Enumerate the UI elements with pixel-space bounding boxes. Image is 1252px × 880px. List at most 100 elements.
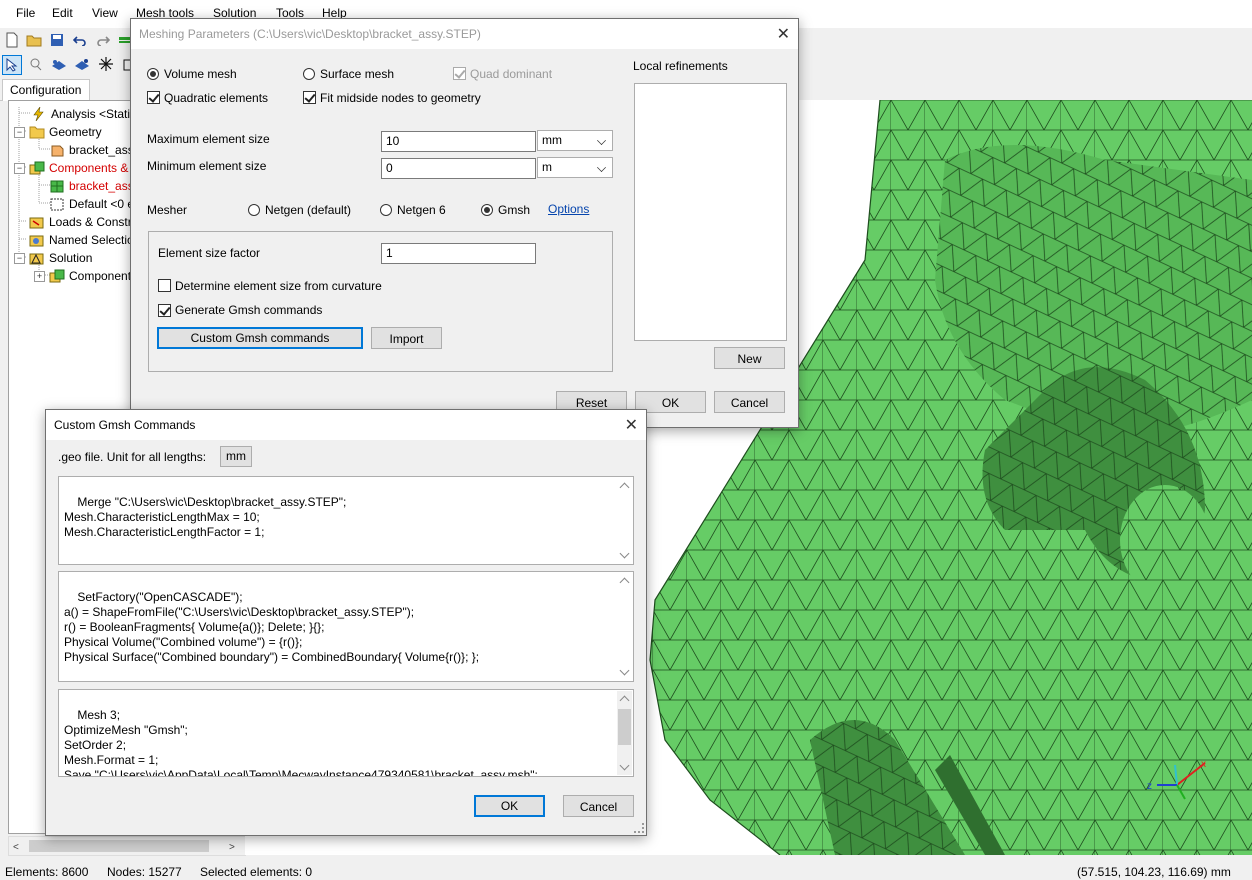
scroll-down-icon[interactable] bbox=[619, 760, 630, 771]
quadratic-elements-label: Quadratic elements bbox=[164, 91, 269, 105]
cancel-button[interactable]: Cancel bbox=[563, 795, 634, 817]
status-bar: Elements: 8600 Nodes: 15277 Selected ele… bbox=[0, 862, 1252, 880]
gmsh-mesh-textarea[interactable]: Mesh 3; OptimizeMesh "Gmsh"; SetOrder 2;… bbox=[58, 689, 634, 777]
volume-mesh-radio[interactable] bbox=[147, 68, 159, 80]
gmsh-geometry-textarea[interactable]: SetFactory("OpenCASCADE"); a() = ShapeFr… bbox=[58, 571, 634, 682]
import-button[interactable]: Import bbox=[371, 327, 442, 349]
expand-toggle[interactable]: − bbox=[14, 163, 25, 174]
curvature-checkbox[interactable] bbox=[158, 279, 171, 292]
resize-grip-icon[interactable] bbox=[634, 823, 644, 833]
expand-toggle[interactable]: + bbox=[34, 271, 45, 282]
options-link[interactable]: Options bbox=[548, 202, 589, 216]
status-elements: Elements: 8600 bbox=[5, 865, 89, 879]
unit-value-box[interactable]: mm bbox=[220, 446, 252, 467]
tree-item-solution[interactable]: Solution bbox=[29, 249, 92, 266]
tree-item-solution-component[interactable]: Component bbox=[49, 267, 131, 284]
scroll-up-icon[interactable] bbox=[619, 695, 630, 706]
select-nodes-icon[interactable] bbox=[73, 55, 91, 73]
status-coordinates: (57.515, 104.23, 116.69) mm bbox=[1077, 865, 1231, 879]
element-size-factor-input[interactable]: 1 bbox=[381, 243, 536, 264]
close-icon[interactable]: ✕ bbox=[777, 24, 790, 44]
folder-icon bbox=[29, 125, 45, 139]
undo-icon[interactable] bbox=[71, 31, 89, 49]
max-element-size-input[interactable]: 10 bbox=[381, 131, 536, 152]
tree-item-geometry[interactable]: Geometry bbox=[29, 123, 102, 140]
quad-dominant-checkbox[interactable] bbox=[453, 67, 466, 80]
scroll-down-icon[interactable] bbox=[619, 665, 630, 676]
default-material-icon bbox=[49, 197, 65, 211]
local-refinements-label: Local refinements bbox=[633, 59, 728, 73]
netgen6-radio[interactable] bbox=[380, 204, 392, 216]
dialog-title-bar: Meshing Parameters (C:\Users\vic\Desktop… bbox=[131, 19, 798, 49]
new-file-icon[interactable] bbox=[3, 31, 21, 49]
tree-item-default[interactable]: Default <0 e bbox=[49, 195, 134, 212]
select-faces-icon[interactable] bbox=[50, 55, 68, 73]
custom-gmsh-commands-dialog: Custom Gmsh Commands ✕ .geo file. Unit f… bbox=[45, 409, 647, 836]
toolbar-standard bbox=[0, 28, 135, 52]
scroll-up-icon[interactable] bbox=[619, 577, 630, 588]
redo-icon[interactable] bbox=[94, 31, 112, 49]
quadratic-elements-checkbox[interactable] bbox=[147, 91, 160, 104]
gmsh-radio[interactable] bbox=[481, 204, 493, 216]
tree-horizontal-scrollbar[interactable]: < > bbox=[8, 836, 246, 856]
mesher-label: Mesher bbox=[147, 203, 188, 217]
gmsh-header-textarea[interactable]: Merge "C:\Users\vic\Desktop\bracket_assy… bbox=[58, 476, 634, 565]
tree-item-geometry-part[interactable]: bracket_assy bbox=[49, 141, 140, 158]
menu-edit[interactable]: Edit bbox=[52, 6, 73, 20]
scroll-right-icon[interactable]: > bbox=[229, 842, 235, 853]
netgen6-label: Netgen 6 bbox=[397, 203, 446, 217]
tab-configuration[interactable]: Configuration bbox=[2, 79, 90, 101]
axis-triad-icon: z x bbox=[1147, 759, 1206, 800]
expand-toggle[interactable]: − bbox=[14, 127, 25, 138]
tree-item-component-part[interactable]: bracket_assy bbox=[49, 177, 140, 194]
status-nodes: Nodes: 15277 bbox=[107, 865, 182, 879]
select-lasso-icon[interactable] bbox=[27, 55, 45, 73]
chevron-down-icon bbox=[597, 163, 606, 172]
svg-text:x: x bbox=[1201, 759, 1206, 770]
surface-mesh-label: Surface mesh bbox=[320, 67, 395, 81]
component-part-icon bbox=[49, 179, 65, 193]
local-refinements-list[interactable] bbox=[634, 83, 787, 341]
min-unit-select[interactable]: m bbox=[537, 157, 613, 178]
explode-icon[interactable] bbox=[97, 55, 115, 73]
select-pointer-icon[interactable] bbox=[2, 55, 22, 75]
vertical-scrollbar[interactable] bbox=[617, 573, 632, 680]
save-icon[interactable] bbox=[48, 31, 66, 49]
fit-midside-label: Fit midside nodes to geometry bbox=[320, 91, 481, 105]
netgen-default-label: Netgen (default) bbox=[265, 203, 352, 217]
vertical-scrollbar[interactable] bbox=[617, 478, 632, 563]
component-icon bbox=[49, 269, 65, 283]
component-icon bbox=[29, 161, 45, 175]
open-folder-icon[interactable] bbox=[25, 31, 43, 49]
new-refinement-button[interactable]: New bbox=[714, 347, 785, 369]
scroll-up-icon[interactable] bbox=[619, 482, 630, 493]
tree-item-named-selections[interactable]: Named Selectio bbox=[29, 231, 134, 248]
cancel-button[interactable]: Cancel bbox=[714, 391, 785, 413]
vertical-scrollbar[interactable] bbox=[617, 691, 632, 775]
tree-item-components[interactable]: Components & bbox=[29, 159, 128, 176]
ok-button[interactable]: OK bbox=[474, 795, 545, 817]
tree-item-loads[interactable]: Loads & Constr bbox=[29, 213, 132, 230]
status-selected: Selected elements: 0 bbox=[200, 865, 313, 879]
surface-mesh-radio[interactable] bbox=[303, 68, 315, 80]
named-selection-icon bbox=[29, 233, 45, 247]
element-size-factor-label: Element size factor bbox=[158, 246, 261, 260]
tree-item-analysis[interactable]: Analysis <Static bbox=[31, 105, 136, 122]
quad-dominant-label: Quad dominant bbox=[470, 67, 553, 81]
menu-file[interactable]: File bbox=[16, 6, 35, 20]
scrollbar-thumb[interactable] bbox=[29, 840, 209, 852]
scroll-down-icon[interactable] bbox=[619, 548, 630, 559]
fit-midside-checkbox[interactable] bbox=[303, 91, 316, 104]
netgen-default-radio[interactable] bbox=[248, 204, 260, 216]
custom-gmsh-commands-button[interactable]: Custom Gmsh commands bbox=[157, 327, 363, 349]
min-element-size-input[interactable]: 0 bbox=[381, 158, 536, 179]
close-icon[interactable]: ✕ bbox=[625, 415, 638, 435]
scrollbar-thumb[interactable] bbox=[618, 709, 631, 745]
curvature-label: Determine element size from curvature bbox=[175, 279, 382, 293]
expand-toggle[interactable]: − bbox=[14, 253, 25, 264]
scroll-left-icon[interactable]: < bbox=[13, 842, 19, 853]
solution-icon bbox=[29, 251, 45, 265]
generate-gmsh-checkbox[interactable] bbox=[158, 304, 171, 317]
menu-view[interactable]: View bbox=[92, 6, 118, 20]
max-unit-select[interactable]: mm bbox=[537, 130, 613, 151]
